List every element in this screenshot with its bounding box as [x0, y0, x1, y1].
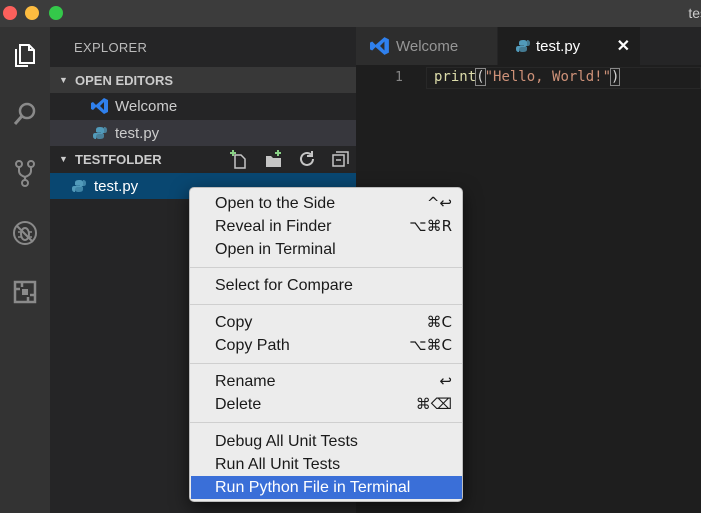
- vscode-icon: [91, 97, 109, 115]
- menu-item-shortcut: ^↩: [426, 194, 452, 212]
- collapse-all-icon[interactable]: [330, 148, 352, 170]
- menu-item-label: Debug All Unit Tests: [215, 432, 358, 450]
- open-editor-item-test-py[interactable]: test.py: [50, 120, 356, 146]
- tab-label: Welcome: [396, 37, 459, 55]
- open-editor-item-welcome[interactable]: Welcome: [50, 93, 356, 119]
- menu-item-debug-all-unit-tests[interactable]: Debug All Unit Tests: [191, 430, 462, 453]
- extensions-icon[interactable]: [0, 267, 50, 317]
- close-icon[interactable]: ✕: [617, 36, 630, 56]
- menu-item-run-all-unit-tests[interactable]: Run All Unit Tests: [191, 453, 462, 476]
- debug-icon[interactable]: [0, 208, 50, 258]
- menu-item-label: Open in Terminal: [215, 240, 336, 258]
- expand-triangle-icon: ▼: [59, 154, 68, 164]
- menu-item-rename[interactable]: Rename ↩: [191, 370, 462, 393]
- menu-item-label: Run All Unit Tests: [215, 455, 341, 473]
- expand-triangle-icon: ▼: [59, 75, 68, 85]
- refresh-icon[interactable]: [296, 148, 318, 170]
- menu-item-open-to-side[interactable]: Open to the Side ^↩: [191, 192, 462, 215]
- tab-test-py[interactable]: test.py ✕: [498, 27, 640, 65]
- menu-item-copy[interactable]: Copy ⌘C: [191, 311, 462, 334]
- code-token-function: print: [434, 69, 477, 85]
- python-icon: [70, 177, 88, 195]
- code-line[interactable]: print("Hello, World!"): [434, 68, 621, 86]
- menu-item-shortcut: ⌘⌫: [415, 395, 452, 413]
- menu-item-label: Delete: [215, 395, 262, 413]
- menu-item-shortcut: ⌥⌘R: [409, 217, 452, 235]
- code-token-paren: (: [475, 68, 486, 86]
- new-folder-icon[interactable]: [262, 148, 284, 170]
- code-token-paren: ): [609, 68, 621, 86]
- python-icon: [516, 39, 530, 53]
- menu-item-label: Rename: [215, 372, 276, 390]
- menu-separator: [190, 267, 462, 268]
- menu-item-copy-path[interactable]: Copy Path ⌥⌘C: [191, 334, 462, 357]
- menu-item-label: Copy Path: [215, 336, 290, 354]
- new-file-icon[interactable]: [228, 148, 250, 170]
- title-bar: tes: [0, 0, 701, 27]
- tab-welcome[interactable]: Welcome: [356, 27, 497, 65]
- menu-item-reveal-in-finder[interactable]: Reveal in Finder ⌥⌘R: [191, 215, 462, 238]
- window-title: tes: [688, 5, 701, 21]
- menu-item-open-in-terminal[interactable]: Open in Terminal: [191, 238, 462, 261]
- menu-item-label: Select for Compare: [215, 276, 353, 294]
- menu-item-select-for-compare[interactable]: Select for Compare: [191, 274, 462, 297]
- source-control-icon[interactable]: [0, 148, 50, 198]
- menu-item-label: Open to the Side: [215, 194, 336, 212]
- menu-item-shortcut: ⌘C: [426, 313, 452, 331]
- menu-item-delete[interactable]: Delete ⌘⌫: [191, 393, 462, 416]
- menu-item-label: Run Python File in Terminal: [215, 478, 411, 496]
- menu-item-label: Copy: [215, 313, 253, 331]
- window-minimize-button[interactable]: [25, 6, 39, 20]
- folder-actions: [228, 148, 352, 170]
- menu-separator: [190, 363, 462, 364]
- section-label: TESTFOLDER: [75, 151, 162, 167]
- list-item-label: Welcome: [115, 97, 178, 115]
- sidebar-title: EXPLORER: [74, 40, 148, 55]
- python-icon: [91, 124, 109, 142]
- activity-bar: [0, 27, 50, 513]
- search-icon[interactable]: [0, 89, 50, 139]
- line-number: 1: [395, 70, 403, 85]
- window-maximize-button[interactable]: [49, 6, 63, 20]
- section-label: OPEN EDITORS: [75, 72, 174, 88]
- menu-item-run-python-file-in-terminal[interactable]: Run Python File in Terminal: [191, 476, 462, 499]
- menu-separator: [190, 422, 462, 423]
- list-item-label: test.py: [94, 177, 139, 195]
- menu-item-label: Reveal in Finder: [215, 217, 332, 235]
- editor-tabs: Welcome test.py ✕: [356, 27, 701, 65]
- menu-item-shortcut: ↩: [439, 372, 452, 390]
- window-close-button[interactable]: [3, 6, 17, 20]
- explorer-icon[interactable]: [0, 30, 50, 80]
- context-menu: Open to the Side ^↩ Reveal in Finder ⌥⌘R…: [189, 187, 463, 502]
- vscode-icon: [370, 36, 390, 56]
- open-editors-header[interactable]: ▼ OPEN EDITORS: [50, 67, 356, 93]
- code-token-string: "Hello, World!": [484, 69, 612, 85]
- menu-item-shortcut: ⌥⌘C: [409, 336, 452, 354]
- menu-separator: [190, 304, 462, 305]
- tab-label: test.py: [536, 37, 581, 55]
- list-item-label: test.py: [115, 124, 160, 142]
